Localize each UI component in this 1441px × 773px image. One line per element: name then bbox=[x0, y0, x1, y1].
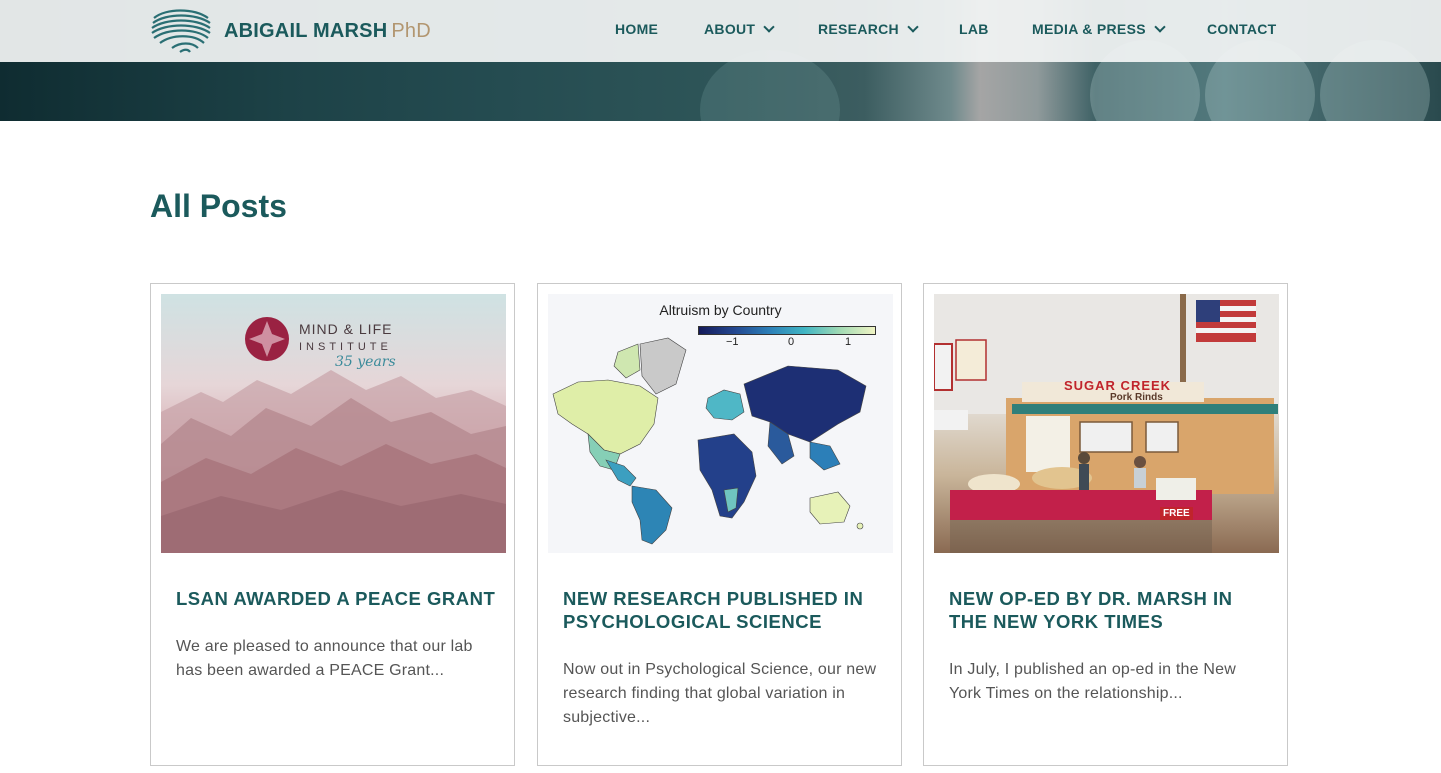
chevron-down-icon bbox=[763, 21, 775, 33]
post-card: SUGAR CREEK Pork Rinds FREE NEW OP-ED BY… bbox=[923, 283, 1288, 766]
roadside-stand-illustration bbox=[934, 294, 1279, 553]
post-image-roadside-stand[interactable]: SUGAR CREEK Pork Rinds FREE bbox=[934, 294, 1279, 553]
nav-research-label: RESEARCH bbox=[818, 21, 899, 37]
post-card: MIND & LIFE INSTITUTE 35 years LSAN AWAR… bbox=[150, 283, 515, 766]
mind-life-subtitle: INSTITUTE bbox=[299, 341, 392, 353]
post-excerpt: Now out in Psychological Science, our ne… bbox=[563, 661, 877, 726]
post-excerpt: In July, I published an op-ed in the New… bbox=[949, 661, 1236, 702]
nav-media-press-label: MEDIA & PRESS bbox=[1032, 21, 1146, 37]
page-title: All Posts bbox=[150, 188, 287, 224]
nav-lab-label: LAB bbox=[959, 21, 989, 37]
chevron-down-icon bbox=[907, 21, 919, 33]
nav-media-press[interactable]: MEDIA & PRESS bbox=[1032, 21, 1166, 37]
free-samples-sign: FREE bbox=[1160, 507, 1193, 520]
mind-life-years: 35 years bbox=[335, 354, 396, 370]
nav-contact[interactable]: CONTACT bbox=[1207, 21, 1277, 37]
post-image-mind-life[interactable]: MIND & LIFE INSTITUTE 35 years bbox=[161, 294, 506, 553]
nav-home-label: HOME bbox=[615, 21, 659, 37]
world-map-illustration bbox=[552, 337, 867, 545]
stand-sign-subtext: Pork Rinds bbox=[1110, 392, 1163, 403]
post-excerpt: We are pleased to announce that our lab … bbox=[176, 638, 473, 679]
post-card: Altruism by Country −1 0 1 NEW RESEARCH … bbox=[537, 283, 902, 766]
chevron-down-icon bbox=[1154, 21, 1166, 33]
post-title-link[interactable]: NEW RESEARCH PUBLISHED IN PSYCHOLOGICAL … bbox=[563, 587, 883, 633]
nav-about[interactable]: ABOUT bbox=[704, 21, 775, 37]
nav-contact-label: CONTACT bbox=[1207, 21, 1277, 37]
mind-life-title: MIND & LIFE bbox=[299, 321, 393, 337]
stand-sign-text: SUGAR CREEK bbox=[1064, 378, 1172, 393]
post-title-link[interactable]: LSAN AWARDED A PEACE GRANT bbox=[176, 587, 496, 610]
nav-lab[interactable]: LAB bbox=[959, 21, 989, 37]
nav-about-label: ABOUT bbox=[704, 21, 756, 37]
post-image-altruism-map[interactable]: Altruism by Country −1 0 1 bbox=[548, 294, 893, 553]
nav-research[interactable]: RESEARCH bbox=[818, 21, 919, 37]
site-header: ABIGAIL MARSH PhD HOME ABOUT RESEARCH LAB… bbox=[0, 0, 1441, 62]
main-nav: HOME ABOUT RESEARCH LAB MEDIA & PRESS CO… bbox=[0, 21, 1441, 41]
post-title-link[interactable]: NEW OP-ED BY DR. MARSH IN THE NEW YORK T… bbox=[949, 587, 1269, 633]
flag-icon bbox=[1196, 300, 1256, 342]
nav-home[interactable]: HOME bbox=[615, 21, 658, 37]
